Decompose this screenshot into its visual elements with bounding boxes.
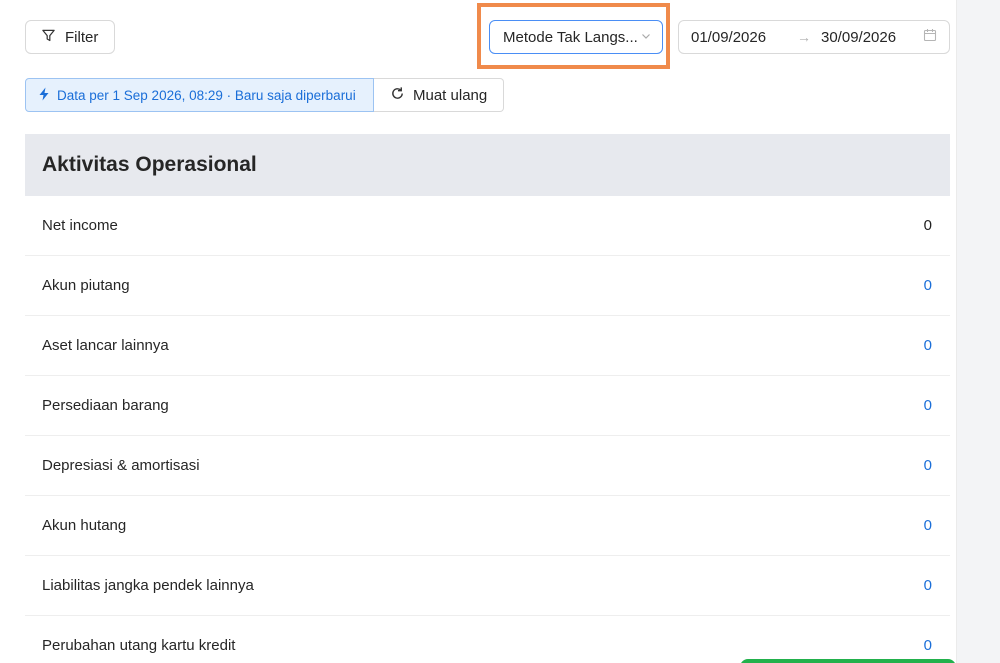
row-label: Net income <box>42 217 118 234</box>
toolbar: Filter Metode Tak Langs... 01/09/2026 → … <box>0 0 956 70</box>
reload-icon <box>390 86 405 105</box>
date-start-field[interactable]: 01/09/2026 <box>691 29 797 46</box>
operating-activities-list: Net income 0 Akun piutang 0 Aset lancar … <box>25 196 950 663</box>
section-header: Aktivitas Operasional <box>25 134 950 196</box>
filter-button-label: Filter <box>65 28 99 46</box>
data-status-row: Data per 1 Sep 2026, 08:29 · Baru saja d… <box>25 78 504 112</box>
filter-icon <box>41 28 56 47</box>
row-value: 0 <box>923 217 932 234</box>
cashflow-method-select[interactable]: Metode Tak Langs... <box>489 20 663 54</box>
row-label: Perubahan utang kartu kredit <box>42 637 236 654</box>
row-label: Aset lancar lainnya <box>42 337 169 354</box>
row-label: Depresiasi & amortisasi <box>42 457 200 474</box>
reload-button[interactable]: Muat ulang <box>374 78 504 112</box>
date-end-field[interactable]: 30/09/2026 <box>821 29 923 46</box>
row-value-link[interactable]: 0 <box>924 637 932 654</box>
row-value-link[interactable]: 0 <box>924 457 932 474</box>
row-label: Akun hutang <box>42 517 127 534</box>
lightning-icon <box>38 87 50 104</box>
list-item: Net income 0 <box>25 196 950 256</box>
date-arrow: → <box>797 29 811 45</box>
row-value-link[interactable]: 0 <box>924 277 932 294</box>
filter-button[interactable]: Filter <box>25 20 115 54</box>
list-item: Persediaan barang 0 <box>25 376 950 436</box>
row-value-link[interactable]: 0 <box>924 397 932 414</box>
right-side-panel <box>956 0 1000 663</box>
list-item: Aset lancar lainnya 0 <box>25 316 950 376</box>
section-title: Aktivitas Operasional <box>42 153 257 176</box>
calendar-icon[interactable] <box>923 28 937 46</box>
row-label: Persediaan barang <box>42 397 169 414</box>
chevron-down-icon <box>640 29 652 46</box>
row-label: Akun piutang <box>42 277 130 294</box>
floating-action-bar[interactable] <box>740 659 956 663</box>
list-item: Depresiasi & amortisasi 0 <box>25 436 950 496</box>
row-value-link[interactable]: 0 <box>924 577 932 594</box>
method-select-value: Metode Tak Langs... <box>503 28 638 46</box>
reload-button-label: Muat ulang <box>413 86 488 104</box>
data-freshness-text: Data per 1 Sep 2026, 08:29 · Baru saja d… <box>57 87 356 103</box>
row-value-link[interactable]: 0 <box>924 337 932 354</box>
list-item: Liabilitas jangka pendek lainnya 0 <box>25 556 950 616</box>
row-value-link[interactable]: 0 <box>924 517 932 534</box>
list-item: Akun hutang 0 <box>25 496 950 556</box>
data-freshness-banner: Data per 1 Sep 2026, 08:29 · Baru saja d… <box>25 78 374 112</box>
list-item: Perubahan utang kartu kredit 0 <box>25 616 950 663</box>
row-label: Liabilitas jangka pendek lainnya <box>42 577 254 594</box>
list-item: Akun piutang 0 <box>25 256 950 316</box>
date-range-picker[interactable]: 01/09/2026 → 30/09/2026 <box>678 20 950 54</box>
